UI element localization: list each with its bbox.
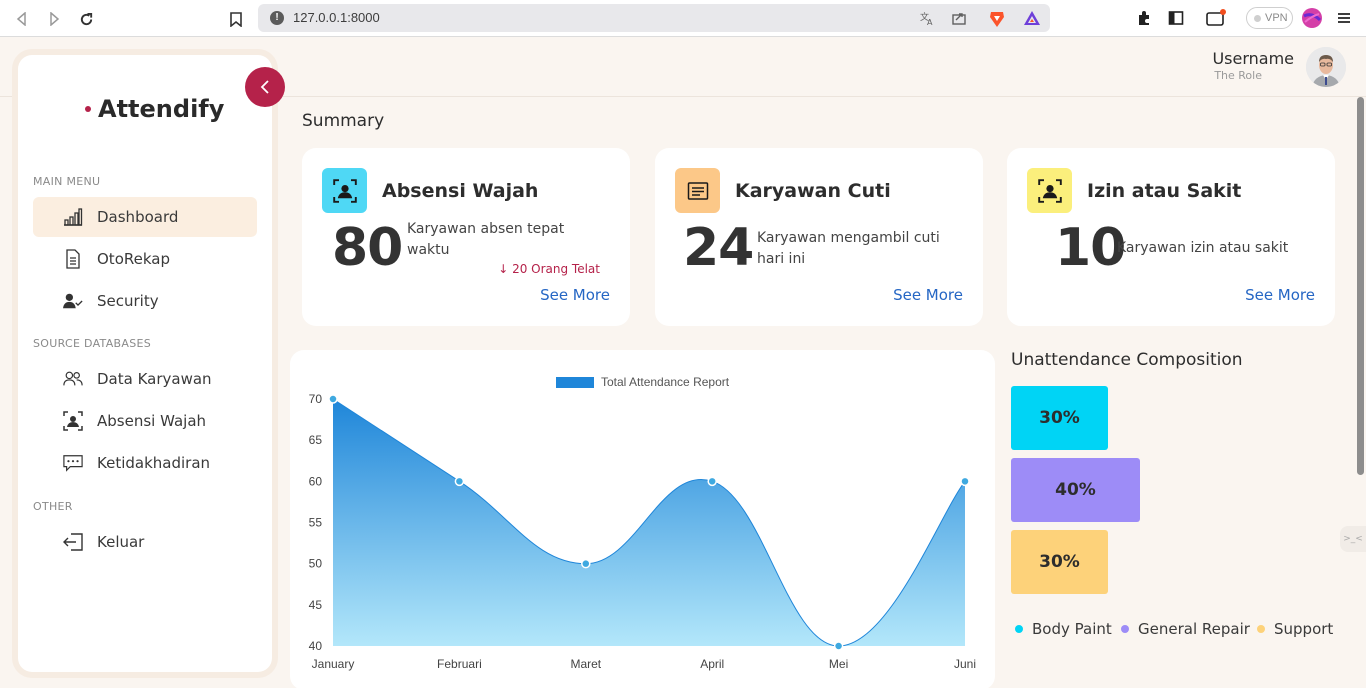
see-more-link[interactable]: See More — [1245, 286, 1315, 304]
card-title: Izin atau Sakit — [1087, 180, 1242, 202]
sidebar-item-label: Ketidakhadiran — [97, 454, 211, 472]
sidebar-item-label: Data Karyawan — [97, 370, 212, 388]
sidebar-item-label: Dashboard — [97, 208, 179, 226]
url-text: 127.0.0.1:8000 — [293, 10, 380, 25]
username: Username — [1212, 49, 1294, 68]
sidebar-collapse-button[interactable] — [245, 67, 285, 107]
sidebar-item-keluar[interactable]: Keluar — [33, 522, 257, 562]
logout-icon — [63, 532, 83, 552]
composition-legend-general-repair[interactable]: General Repair — [1121, 620, 1250, 638]
card-description: Karyawan mengambil cuti hari ini — [757, 230, 940, 267]
composition-bar-body-paint[interactable]: 30% — [1011, 386, 1108, 450]
section-title-other: OTHER — [33, 500, 73, 513]
sidebar-item-security[interactable]: Security — [33, 281, 257, 321]
document-list-icon — [675, 168, 720, 213]
address-bar[interactable]: ! 127.0.0.1:8000 文A — [258, 4, 1050, 32]
sidebar-item-data-karyawan[interactable]: Data Karyawan — [33, 359, 257, 399]
sidebar-item-dashboard[interactable]: Dashboard — [33, 197, 257, 237]
sidebar-item-label: Security — [97, 292, 159, 310]
sidebar-item-otorekap[interactable]: OtoRekap — [33, 239, 257, 279]
sidebar-item-label: Absensi Wajah — [97, 412, 207, 430]
sidebar-item-ketidakhadiran[interactable]: Ketidakhadiran — [33, 443, 257, 483]
info-icon[interactable]: ! — [270, 11, 284, 25]
see-more-link[interactable]: See More — [893, 286, 963, 304]
document-icon — [63, 249, 83, 269]
legend-label: Body Paint — [1032, 620, 1112, 638]
legend-dot — [1257, 625, 1265, 633]
share-icon[interactable] — [950, 10, 968, 26]
logo-dot — [85, 106, 91, 112]
message-dots-icon — [63, 453, 83, 473]
browser-toolbar: ! 127.0.0.1:8000 文A VPN — [0, 0, 1366, 37]
attendance-chart-panel — [290, 350, 995, 688]
sidebar-toggle-icon[interactable] — [1166, 8, 1186, 28]
card-description: Karyawan izin atau sakit — [1117, 240, 1289, 256]
users-icon — [63, 369, 83, 389]
avatar[interactable] — [1306, 47, 1346, 87]
legend-dot — [1121, 625, 1129, 633]
side-panel-tab[interactable]: >_< — [1340, 526, 1366, 552]
extensions-icon[interactable] — [1134, 8, 1154, 28]
see-more-link[interactable]: See More — [540, 286, 610, 304]
face-scan-icon — [63, 411, 83, 431]
composition-legend-support[interactable]: Support — [1257, 620, 1333, 638]
forward-icon[interactable] — [43, 8, 65, 30]
page-scrollbar[interactable] — [1357, 97, 1364, 475]
user-check-icon — [63, 291, 83, 311]
sidebar-item-label: Keluar — [97, 533, 145, 551]
composition-bar-general-repair[interactable]: 40% — [1011, 458, 1140, 522]
sidebar-item-absensi-wajah[interactable]: Absensi Wajah — [33, 401, 257, 441]
svg-text:A: A — [927, 18, 933, 26]
card-value: 24 — [683, 218, 754, 278]
card-title: Absensi Wajah — [382, 180, 539, 202]
vpn-button[interactable]: VPN — [1246, 7, 1293, 29]
card-description: Karyawan absen tepat waktu — [407, 221, 565, 258]
legend-label: Support — [1274, 620, 1334, 638]
section-title-source-databases: SOURCE DATABASES — [33, 337, 152, 350]
card-value: 80 — [332, 218, 403, 278]
chart-legend-label[interactable]: Total Attendance Report — [601, 375, 729, 389]
composition-bar-support[interactable]: 30% — [1011, 530, 1108, 594]
face-scan-icon — [322, 168, 367, 213]
summary-card-izin-sakit: Izin atau Sakit 10 Karyawan izin atau sa… — [1007, 148, 1335, 326]
menu-icon[interactable] — [1334, 8, 1354, 28]
bookmark-icon[interactable] — [225, 8, 247, 30]
composition-legend-body-paint[interactable]: Body Paint — [1015, 620, 1112, 638]
legend-label: General Repair — [1138, 620, 1250, 638]
bar-chart-icon — [63, 207, 83, 227]
chevron-left-icon — [260, 80, 269, 94]
wallet-icon[interactable] — [1206, 8, 1226, 28]
sidebar-item-label: OtoRekap — [97, 250, 170, 268]
summary-card-absensi-wajah: Absensi Wajah 80 Karyawan absen tepat wa… — [302, 148, 630, 326]
brave-shield-icon[interactable] — [988, 10, 1006, 27]
profile-icon[interactable] — [1302, 8, 1322, 28]
late-note: ↓ 20 Orang Telat — [498, 262, 600, 276]
brave-rewards-icon[interactable] — [1023, 10, 1041, 26]
section-title-main-menu: MAIN MENU — [33, 175, 101, 188]
card-value: 10 — [1055, 218, 1126, 278]
composition-title: Unattendance Composition — [1011, 350, 1243, 370]
card-title: Karyawan Cuti — [735, 180, 891, 202]
legend-dot — [1015, 625, 1023, 633]
summary-card-karyawan-cuti: Karyawan Cuti 24 Karyawan mengambil cuti… — [655, 148, 983, 326]
chart-legend-swatch[interactable] — [556, 377, 594, 388]
user-role: The Role — [1214, 69, 1262, 82]
reload-icon[interactable] — [75, 8, 97, 30]
app-logo[interactable]: Attendify — [85, 95, 224, 123]
translate-icon[interactable]: 文A — [918, 10, 936, 27]
face-scan-icon — [1027, 168, 1072, 213]
back-icon[interactable] — [11, 8, 33, 30]
summary-title: Summary — [302, 111, 385, 131]
app-logo-text: Attendify — [98, 95, 225, 123]
